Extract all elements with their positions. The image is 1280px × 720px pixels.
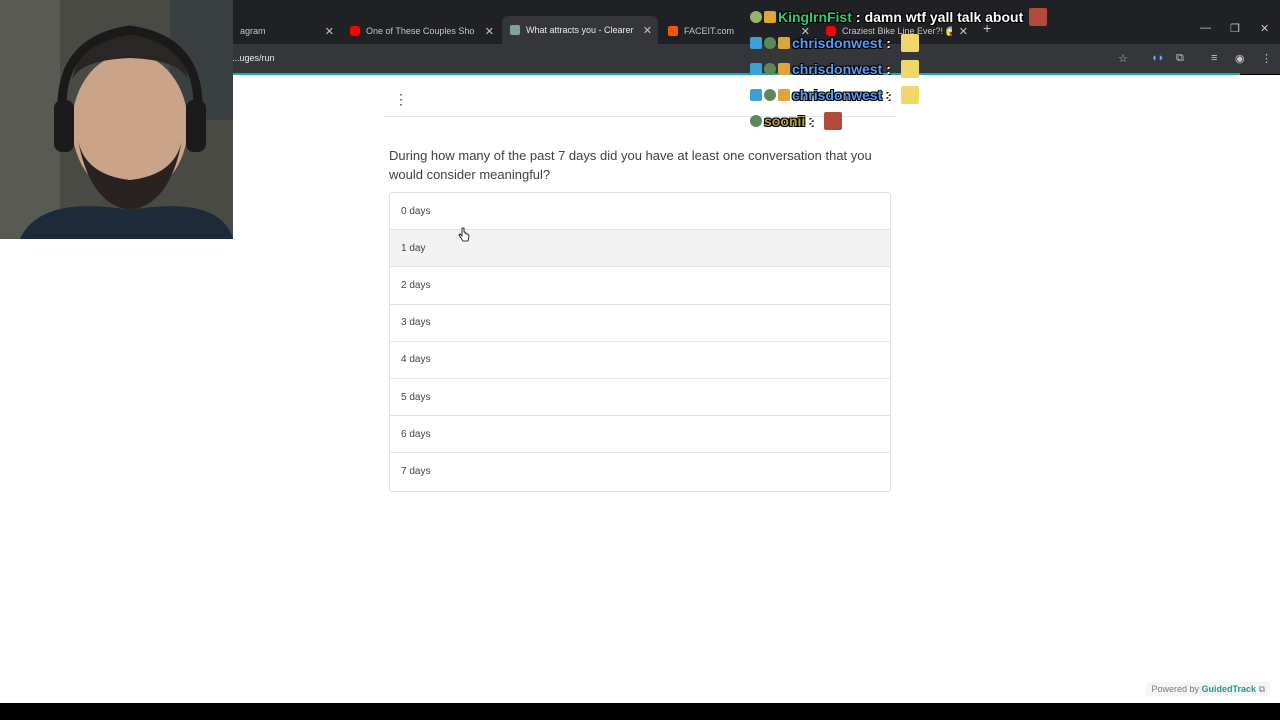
tab-title: One of These Couples Shouldn't (366, 26, 474, 36)
answer-option-6-days[interactable]: 6 days (390, 416, 890, 454)
profile-avatar-icon[interactable]: ◉ (1235, 52, 1245, 65)
bottom-letterbox (0, 703, 1280, 720)
faceit-icon (668, 26, 678, 36)
answer-option-3-days[interactable]: 3 days (390, 305, 890, 342)
laugh-emote-icon (900, 86, 919, 104)
answer-option-5-days[interactable]: 5 days (390, 379, 890, 417)
restore-icon[interactable]: ❐ (1230, 22, 1240, 35)
cube-badge-icon (750, 63, 762, 75)
chat-text: damn wtf yall talk about (864, 9, 1024, 25)
tab-youtube-couples[interactable]: One of These Couples Shouldn't ✕ (342, 18, 500, 44)
sub-badge-icon (764, 63, 776, 75)
external-link-icon: ⧉ (1258, 684, 1265, 694)
tab-close-icon[interactable]: ✕ (959, 25, 968, 38)
screen: agram ✕ One of These Couples Shouldn't ✕… (0, 0, 1280, 720)
rage-emote-icon (823, 112, 842, 130)
clearer-thinking-icon (510, 25, 520, 35)
menu-kebab-icon[interactable]: ⋮ (1261, 52, 1272, 65)
powered-by-label: Powered by (1151, 684, 1199, 694)
chat-username: soonii (764, 113, 806, 129)
chat-message: chrisdonwest : (750, 60, 919, 78)
cube-badge-icon (750, 89, 762, 101)
crown-badge-icon (778, 37, 790, 49)
tab-title: FACEIT.com (684, 26, 735, 36)
answer-option-4-days[interactable]: 4 days (390, 342, 890, 379)
webcam-overlay (0, 0, 233, 239)
chat-message: soonii : (750, 112, 842, 130)
laugh-emote-icon (900, 60, 919, 78)
answer-option-2-days[interactable]: 2 days (390, 267, 890, 305)
tab-close-icon[interactable]: ✕ (485, 25, 494, 38)
chat-message: KingIrnFist : damn wtf yall talk about (750, 8, 1048, 26)
tab-close-icon[interactable]: ✕ (643, 24, 652, 37)
guidedtrack-brand: GuidedTrack (1201, 684, 1257, 694)
crown-badge-icon (764, 11, 776, 23)
sub-badge-icon (764, 37, 776, 49)
hand-cursor-icon (458, 227, 470, 242)
answer-option-7-days[interactable]: 7 days (390, 453, 890, 490)
bookmark-star-icon[interactable]: ☆ (1118, 52, 1128, 65)
youtube-icon (350, 26, 360, 36)
answer-option-0-days[interactable]: 0 days (390, 193, 890, 231)
sub-badge-icon (764, 89, 776, 101)
extensions-puzzle-icon[interactable]: ⧉ (1176, 52, 1184, 65)
reading-list-icon[interactable]: ≡ (1211, 52, 1217, 64)
minimize-icon[interactable]: — (1200, 22, 1211, 34)
sub-badge-icon (750, 11, 762, 23)
tab-close-icon[interactable]: ✕ (325, 25, 334, 38)
tab-instagram[interactable]: agram ✕ (232, 18, 340, 44)
extension-audio-icon[interactable]: ◖◗ (1151, 52, 1164, 64)
address-bar[interactable]: ...uges/run (232, 53, 275, 63)
crown-badge-icon (778, 63, 790, 75)
chat-username: chrisdonwest (792, 87, 883, 103)
rage-emote-icon (1029, 8, 1048, 26)
streamer-webcam-image (0, 0, 233, 239)
chat-username: chrisdonwest (792, 61, 883, 77)
laugh-emote-icon (900, 34, 919, 52)
more-options-icon[interactable]: ⋮ (394, 92, 408, 106)
chat-username: chrisdonwest (792, 35, 883, 51)
chat-message: chrisdonwest : (750, 34, 919, 52)
tab-title: agram (240, 26, 266, 36)
tab-title: What attracts you - Clearer Thi (526, 25, 636, 35)
cube-badge-icon (750, 37, 762, 49)
tab-clearer-thinking[interactable]: What attracts you - Clearer Thi ✕ (502, 16, 658, 44)
survey-question: During how many of the past 7 days did y… (389, 148, 872, 182)
chat-username: KingIrnFist (778, 9, 852, 25)
crown-badge-icon (778, 89, 790, 101)
close-window-icon[interactable]: ✕ (1260, 22, 1269, 35)
powered-by-badge[interactable]: Powered by GuidedTrack ⧉ (1146, 682, 1270, 696)
chat-message: chrisdonwest : (750, 86, 919, 104)
sub-badge-icon (750, 115, 762, 127)
